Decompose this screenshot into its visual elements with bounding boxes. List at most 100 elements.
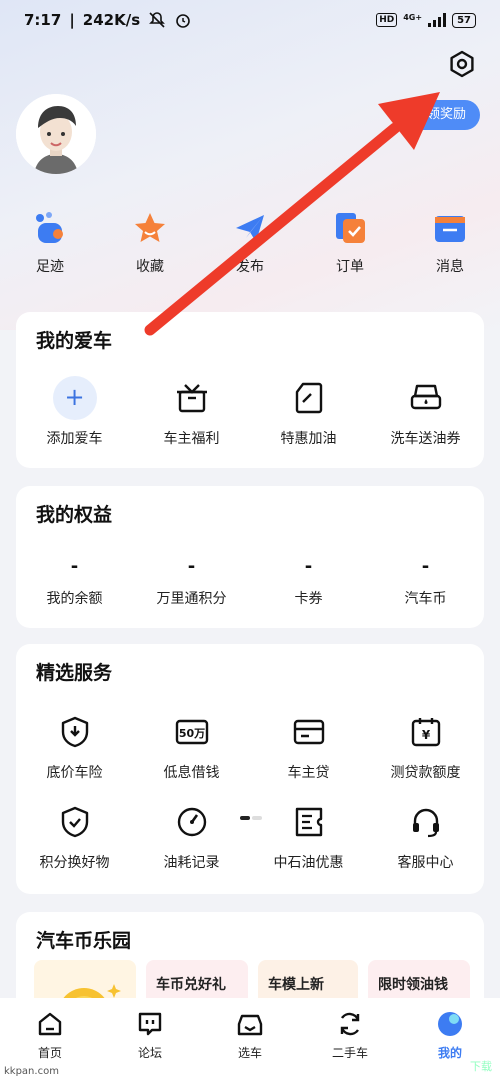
car-wash-label: 洗车送油券 xyxy=(390,431,461,447)
my-car-card: 我的爱车 + 添加爱车 车主福利 特惠加油 洗车送油券 xyxy=(16,312,484,468)
service-label: 低息借钱 xyxy=(163,765,220,781)
quick-link-publish[interactable]: 发布 xyxy=(200,210,300,276)
coupons-item[interactable]: - 卡券 xyxy=(250,556,367,608)
service-label: 车主贷 xyxy=(287,765,330,781)
car-wash-icon xyxy=(410,384,441,410)
tab-select-car[interactable]: 选车 xyxy=(200,1010,300,1084)
owner-benefits-label: 车主福利 xyxy=(163,431,220,447)
status-bar: 7:17 | 242K/s HD 4G+ 57 xyxy=(0,0,500,40)
coupons-value: - xyxy=(304,556,313,577)
my-rights-row: - 我的余额 - 万里通积分 - 卡券 - 汽车币 xyxy=(16,556,484,608)
my-rights-title: 我的权益 xyxy=(36,504,113,526)
coupons-label: 卡券 xyxy=(294,591,323,607)
car-wash-button[interactable]: 洗车送油券 xyxy=(367,376,484,448)
voucher-icon xyxy=(295,807,322,837)
service-points-exchange[interactable]: 积分换好物 xyxy=(16,800,133,872)
send-icon xyxy=(236,215,264,242)
services-row-1: 底价车险 50万 低息借钱 车主贷 ¥ 测贷款额度 xyxy=(16,710,484,782)
signal-icon xyxy=(428,13,447,27)
tab-used-car[interactable]: 二手车 xyxy=(300,1010,400,1084)
services-title: 精选服务 xyxy=(36,662,113,684)
quick-link-label: 收藏 xyxy=(136,259,164,275)
network-type: 4G+ xyxy=(403,12,423,22)
service-label: 积分换好物 xyxy=(39,855,110,871)
mute-icon xyxy=(149,12,166,28)
car-select-icon xyxy=(237,1014,263,1036)
fuel-can-icon xyxy=(295,382,322,414)
50wan-icon: 50万 xyxy=(175,719,208,745)
tab-forum[interactable]: 论坛 xyxy=(100,1010,200,1084)
car-coins-value: - xyxy=(421,556,430,577)
footprint-icon xyxy=(36,212,63,243)
points-label: 万里通积分 xyxy=(156,591,227,607)
services-row-2: 积分换好物 油耗记录 中石油优惠 客服中心 xyxy=(16,800,484,872)
service-label: 中石油优惠 xyxy=(273,855,344,871)
alarm-icon xyxy=(176,14,190,28)
car-coins-item[interactable]: - 汽车币 xyxy=(367,556,484,608)
quick-link-label: 足迹 xyxy=(36,259,64,275)
quick-link-messages[interactable]: 消息 xyxy=(400,210,500,276)
service-label: 客服中心 xyxy=(397,855,454,871)
plus-icon: + xyxy=(52,376,97,420)
calendar-yen-icon: ¥ xyxy=(411,718,440,747)
service-owner-loan[interactable]: 车主贷 xyxy=(250,710,367,782)
points-value: - xyxy=(187,556,196,577)
service-petrochina[interactable]: 中石油优惠 xyxy=(250,800,367,872)
battery-icon: 57 xyxy=(452,12,476,28)
page-indicator xyxy=(240,816,262,820)
avatar[interactable] xyxy=(16,94,96,174)
gauge-icon xyxy=(177,807,206,837)
services-card: 精选服务 底价车险 50万 低息借钱 车主贷 ¥ 测贷款额度 积分换好物 油耗记… xyxy=(16,644,484,894)
add-car-button[interactable]: + 添加爱车 xyxy=(16,376,133,448)
my-car-row: + 添加爱车 车主福利 特惠加油 洗车送油券 xyxy=(16,376,484,448)
service-label: 测贷款额度 xyxy=(390,765,461,781)
bottom-tab-bar: 首页 论坛 选车 二手车 我的 xyxy=(0,998,500,1084)
service-loan[interactable]: 50万 低息借钱 xyxy=(133,710,250,782)
service-customer-center[interactable]: 客服中心 xyxy=(367,800,484,872)
discount-fuel-label: 特惠加油 xyxy=(280,431,337,447)
discount-fuel-button[interactable]: 特惠加油 xyxy=(250,376,367,448)
quick-link-label: 消息 xyxy=(436,259,464,275)
settings-icon[interactable] xyxy=(448,50,476,78)
hd-badge: HD xyxy=(376,13,398,27)
points-item[interactable]: - 万里通积分 xyxy=(133,556,250,608)
forum-icon xyxy=(138,1012,162,1036)
card-icon xyxy=(293,719,324,745)
service-label: 油耗记录 xyxy=(163,855,220,871)
balance-value: - xyxy=(70,556,79,577)
coin-park-title: 汽车币乐园 xyxy=(36,930,132,952)
order-icon xyxy=(336,213,365,243)
car-coins-label: 汽车币 xyxy=(404,591,447,607)
yen-badge: ¥ xyxy=(421,728,430,742)
service-label: 底价车险 xyxy=(46,765,103,781)
shield-check-icon xyxy=(61,806,88,838)
home-icon xyxy=(38,1012,62,1036)
quick-link-footprint[interactable]: 足迹 xyxy=(0,210,100,276)
50wan-badge: 50万 xyxy=(178,727,204,740)
avatar-image xyxy=(16,94,96,174)
balance-item[interactable]: - 我的余额 xyxy=(16,556,133,608)
status-speed: 242K/s xyxy=(82,11,141,29)
watermark-download: 下载 xyxy=(470,1060,492,1073)
profile-icon xyxy=(438,1012,462,1036)
quick-link-label: 订单 xyxy=(336,259,364,275)
service-fuel-record[interactable]: 油耗记录 xyxy=(133,800,250,872)
service-loan-quota[interactable]: ¥ 测贷款额度 xyxy=(367,710,484,782)
exchange-icon xyxy=(340,1012,360,1036)
shield-down-icon xyxy=(61,716,88,748)
owner-benefits-button[interactable]: 车主福利 xyxy=(133,376,250,448)
status-time: 7:17 xyxy=(24,11,62,29)
quick-links: 足迹 收藏 发布 订单 消息 xyxy=(0,210,500,276)
quick-link-favorites[interactable]: 收藏 xyxy=(100,210,200,276)
balance-label: 我的余额 xyxy=(46,591,103,607)
add-car-label: 添加爱车 xyxy=(46,431,103,447)
claim-reward-button[interactable]: 领奖励 xyxy=(390,100,480,130)
message-icon xyxy=(435,216,465,242)
my-car-title: 我的爱车 xyxy=(36,330,113,352)
my-rights-card: 我的权益 - 我的余额 - 万里通积分 - 卡券 - 汽车币 xyxy=(16,486,484,628)
headset-icon xyxy=(412,808,439,838)
service-insurance[interactable]: 底价车险 xyxy=(16,710,133,782)
watermark: kkpan.com xyxy=(4,1066,59,1077)
quick-link-label: 发布 xyxy=(236,259,264,275)
quick-link-orders[interactable]: 订单 xyxy=(300,210,400,276)
